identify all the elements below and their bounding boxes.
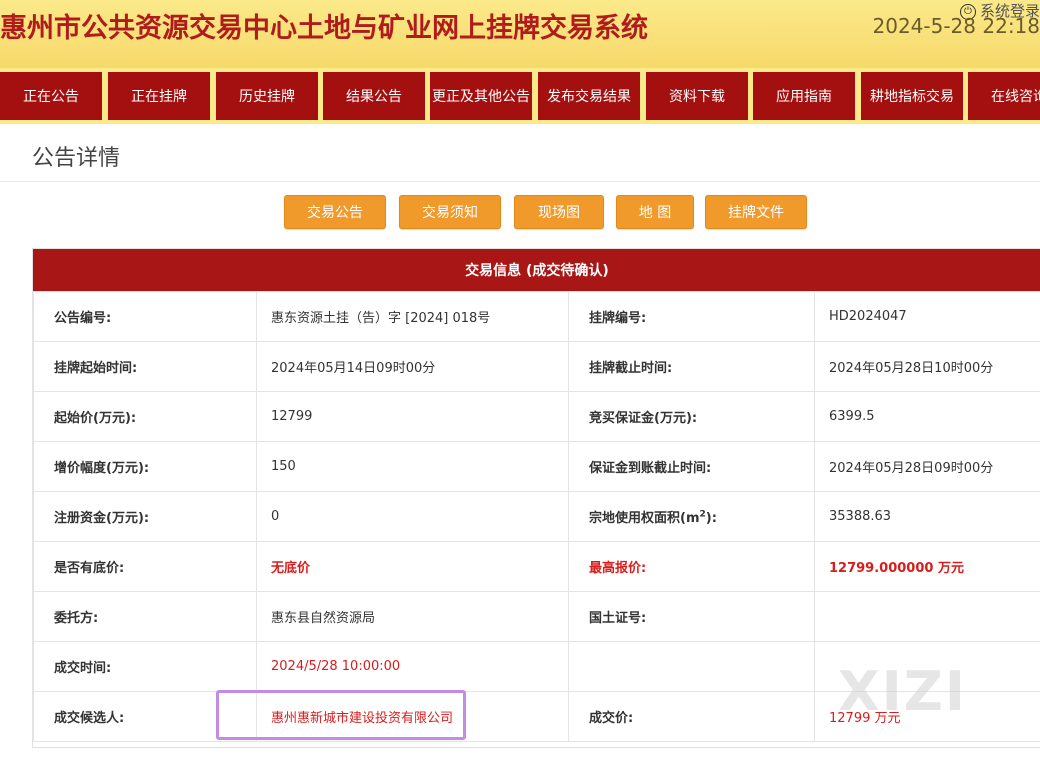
empty-cell — [814, 641, 1040, 692]
tab-map[interactable]: 地 图 — [616, 195, 694, 229]
label-land-area: 宗地使用权面积(m2): — [568, 491, 815, 542]
label-client: 委托方: — [33, 591, 257, 642]
value-start-price: 12799 — [256, 391, 569, 442]
table-row: 增价幅度(万元): 150 保证金到账截止时间: 2024年05月28日09时0… — [33, 441, 1040, 492]
tab-announcement[interactable]: 交易公告 — [284, 195, 386, 229]
table-row: 注册资金(万元): 0 宗地使用权面积(m2): 35388.63 — [33, 491, 1040, 542]
value-deal-price: 12799 万元 — [814, 691, 1040, 742]
nav-item-farmland[interactable]: 耕地指标交易 — [861, 72, 963, 120]
value-start-time: 2024年05月14日09时00分 — [256, 341, 569, 392]
empty-cell — [568, 641, 815, 692]
table-row: 委托方: 惠东县自然资源局 国土证号: — [33, 591, 1040, 642]
tab-notice[interactable]: 交易须知 — [399, 195, 501, 229]
site-title: 惠州市公共资源交易中心土地与矿业网上挂牌交易系统 — [0, 13, 648, 44]
value-reserve-price: 无底价 — [256, 541, 569, 592]
tab-site-photo[interactable]: 现场图 — [514, 195, 604, 229]
label-increment: 增价幅度(万元): — [33, 441, 257, 492]
table-row: 成交候选人: 惠州惠新城市建设投资有限公司 成交价: 12799 万元 — [33, 691, 1040, 742]
label-deal-price: 成交价: — [568, 691, 815, 742]
label-deal-time: 成交时间: — [33, 641, 257, 692]
nav-item-announcing[interactable]: 正在公告 — [0, 72, 102, 120]
value-candidate: 惠州惠新城市建设投资有限公司 — [256, 691, 569, 742]
table-row: 是否有底价: 无底价 最高报价: 12799.000000 万元 — [33, 541, 1040, 592]
page-title: 公告详情 — [32, 146, 121, 171]
nav-item-listing[interactable]: 正在挂牌 — [108, 72, 210, 120]
nav-item-results[interactable]: 结果公告 — [323, 72, 425, 120]
label-start-time: 挂牌起始时间: — [33, 341, 257, 392]
nav-item-downloads[interactable]: 资料下载 — [646, 72, 748, 120]
nav-item-publish-results[interactable]: 发布交易结果 — [538, 72, 640, 120]
value-notice-no: 惠东资源土挂（告）字 [2024] 018号 — [256, 291, 569, 342]
info-table: 公告编号: 惠东资源土挂（告）字 [2024] 018号 挂牌编号: HD202… — [33, 291, 1040, 742]
label-deposit-deadline: 保证金到账截止时间: — [568, 441, 815, 492]
label-land-cert: 国土证号: — [568, 591, 815, 642]
nav-item-guide[interactable]: 应用指南 — [753, 72, 855, 120]
label-deposit: 竞买保证金(万元): — [568, 391, 815, 442]
table-row: 成交时间: 2024/5/28 10:00:00 — [33, 641, 1040, 692]
value-client: 惠东县自然资源局 — [256, 591, 569, 642]
current-datetime: 2024-5-28 22:18 — [872, 14, 1040, 38]
table-row: 公告编号: 惠东资源土挂（告）字 [2024] 018号 挂牌编号: HD202… — [33, 291, 1040, 342]
site-header: 惠州市公共资源交易中心土地与矿业网上挂牌交易系统 ⏻ 系统登录 2024-5-28… — [0, 0, 1040, 68]
table-row: 起始价(万元): 12799 竞买保证金(万元): 6399.5 — [33, 391, 1040, 442]
nav-item-corrections[interactable]: 更正及其他公告 — [430, 72, 532, 120]
label-highest-bid: 最高报价: — [568, 541, 815, 592]
value-land-cert — [814, 591, 1040, 642]
value-deal-time: 2024/5/28 10:00:00 — [256, 641, 569, 692]
value-highest-bid: 12799.000000 万元 — [814, 541, 1040, 592]
label-registered-capital: 注册资金(万元): — [33, 491, 257, 542]
nav-item-consult[interactable]: 在线咨询 — [968, 72, 1040, 120]
main-nav: 正在公告 正在挂牌 历史挂牌 结果公告 更正及其他公告 发布交易结果 资料下载 … — [0, 68, 1040, 124]
tab-listing-files[interactable]: 挂牌文件 — [705, 195, 807, 229]
value-land-area: 35388.63 — [814, 491, 1040, 542]
transaction-info-panel: 交易信息 (成交待确认) 公告编号: 惠东资源土挂（告）字 [2024] 018… — [32, 248, 1040, 748]
label-reserve-price: 是否有底价: — [33, 541, 257, 592]
value-increment: 150 — [256, 441, 569, 492]
value-end-time: 2024年05月28日10时00分 — [814, 341, 1040, 392]
label-notice-no: 公告编号: — [33, 291, 257, 342]
value-listing-no: HD2024047 — [814, 291, 1040, 342]
divider — [0, 181, 1040, 182]
label-listing-no: 挂牌编号: — [568, 291, 815, 342]
nav-item-history[interactable]: 历史挂牌 — [216, 72, 318, 120]
panel-heading: 交易信息 (成交待确认) — [33, 249, 1040, 291]
value-deposit-deadline: 2024年05月28日09时00分 — [814, 441, 1040, 492]
value-deposit: 6399.5 — [814, 391, 1040, 442]
label-end-time: 挂牌截止时间: — [568, 341, 815, 392]
label-start-price: 起始价(万元): — [33, 391, 257, 442]
label-candidate: 成交候选人: — [33, 691, 257, 742]
table-row: 挂牌起始时间: 2024年05月14日09时00分 挂牌截止时间: 2024年0… — [33, 341, 1040, 392]
value-registered-capital: 0 — [256, 491, 569, 542]
